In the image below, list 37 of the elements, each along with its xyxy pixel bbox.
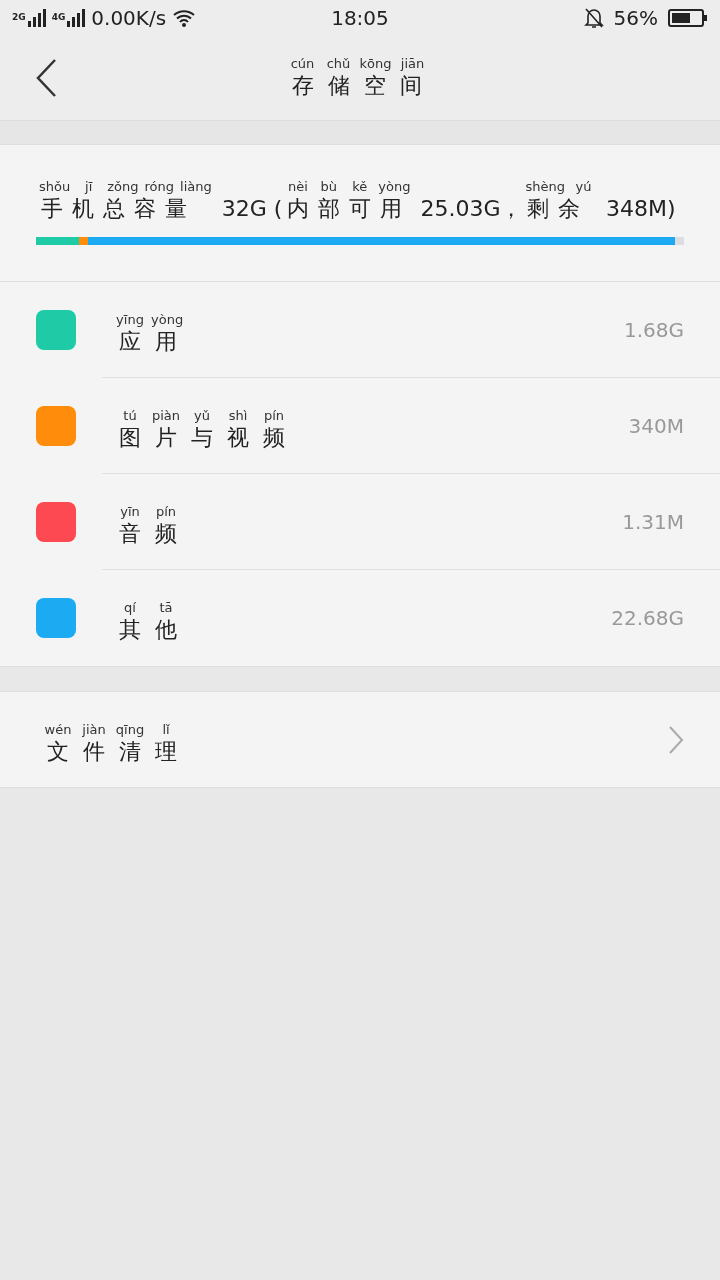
category-size: 1.68G — [623, 318, 684, 342]
category-label: 其他 — [118, 616, 191, 644]
file-cleanup-row[interactable]: wén jiàn qīng lǐ 文件清理 — [0, 691, 720, 788]
bell-off-icon — [583, 7, 604, 29]
category-size: 22.68G — [611, 606, 684, 630]
pinyin-annotation: shǒu jī zǒng róng liàng — [38, 179, 213, 195]
pinyin-annotation: shèng yú — [524, 179, 593, 195]
network-speed: 0.00K/s — [91, 6, 167, 30]
category-label: 音频 — [118, 520, 191, 548]
pinyin-annotation: nèi bù kě yòng — [286, 179, 412, 195]
pinyin-annotation: yīn pín — [119, 504, 178, 520]
page-title: 存储空间 — [290, 72, 436, 100]
pinyin-annotation: wén jiàn qīng lǐ — [43, 721, 171, 738]
category-size: 340M — [628, 414, 684, 438]
clock: 18:05 — [331, 6, 389, 30]
pinyin-annotation: cún chǔ kōng jiān — [289, 56, 426, 72]
signal-icon — [67, 9, 86, 27]
network-type-label: 2G — [12, 12, 26, 22]
summary-value: 25.03G， — [419, 195, 523, 223]
battery-percent: 56% — [613, 6, 658, 30]
summary-value: 348M) — [605, 195, 676, 223]
pinyin-annotation: yīng yòng — [115, 312, 185, 328]
summary-label: 剩余 — [526, 195, 589, 223]
category-size: 1.31M — [622, 510, 684, 534]
signal-icon — [27, 9, 46, 27]
category-label: 应用 — [118, 328, 191, 356]
category-label: 图片与视频 — [118, 424, 299, 452]
summary-label: 手机总容量 — [39, 195, 196, 223]
battery-icon — [668, 9, 708, 27]
pinyin-annotation: tú piàn yǔ shì pín — [122, 408, 286, 424]
file-cleanup-label: 文件清理 — [46, 737, 191, 766]
summary-label: 内部可用 — [285, 195, 411, 223]
network-type-label: 4G — [51, 12, 66, 22]
summary-value: 32G ( — [220, 195, 283, 223]
pinyin-annotation: qí tā — [123, 600, 174, 616]
wifi-icon — [172, 9, 197, 27]
chevron-right-icon — [668, 724, 684, 755]
